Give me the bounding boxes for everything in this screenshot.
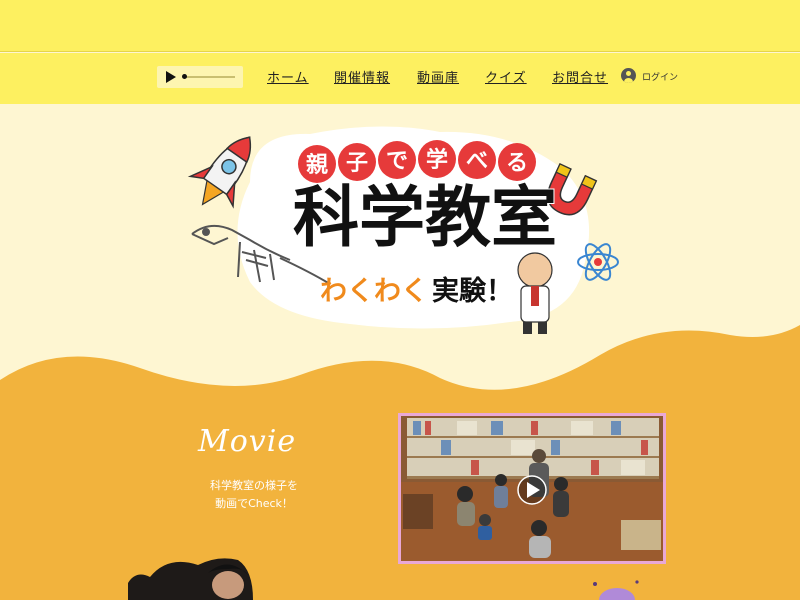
nav-item-home[interactable]: ホーム (267, 67, 309, 86)
movie-desc-line2: 動画でCheck！ (215, 497, 293, 510)
movie-description: 科学教室の様子を 動画でCheck！ (198, 477, 310, 513)
decorative-blob (593, 580, 639, 600)
nav-item-videos[interactable]: 動画庫 (417, 67, 459, 86)
tagline-char: る (506, 151, 528, 176)
movie-desc-line1: 科学教室の様子を (210, 479, 298, 492)
audio-player[interactable] (157, 66, 243, 88)
tagline-char: べ (466, 149, 488, 174)
movie-heading: Movie (198, 424, 297, 459)
audio-progress-track[interactable] (183, 76, 235, 78)
tagline-char: 子 (346, 151, 368, 176)
tagline-char: で (386, 149, 408, 174)
nav-item-contact[interactable]: お問合せ (552, 67, 608, 86)
audio-progress-knob[interactable] (182, 74, 187, 79)
gallery-photo-partial (128, 558, 253, 600)
navigation-bar (0, 53, 800, 104)
hero-title: 科学教室 (293, 179, 557, 256)
user-icon[interactable] (621, 68, 636, 83)
tagline-char: 学 (426, 147, 448, 173)
tagline-char: 親 (306, 153, 328, 178)
login-link[interactable]: ログイン (642, 70, 678, 83)
nav-item-events[interactable]: 開催情報 (334, 67, 390, 86)
top-header-strip (0, 0, 800, 52)
play-circle-icon[interactable] (401, 416, 663, 561)
play-icon[interactable] (166, 71, 176, 83)
video-player[interactable] (398, 413, 666, 564)
nav-item-quiz[interactable]: クイズ (485, 67, 527, 86)
